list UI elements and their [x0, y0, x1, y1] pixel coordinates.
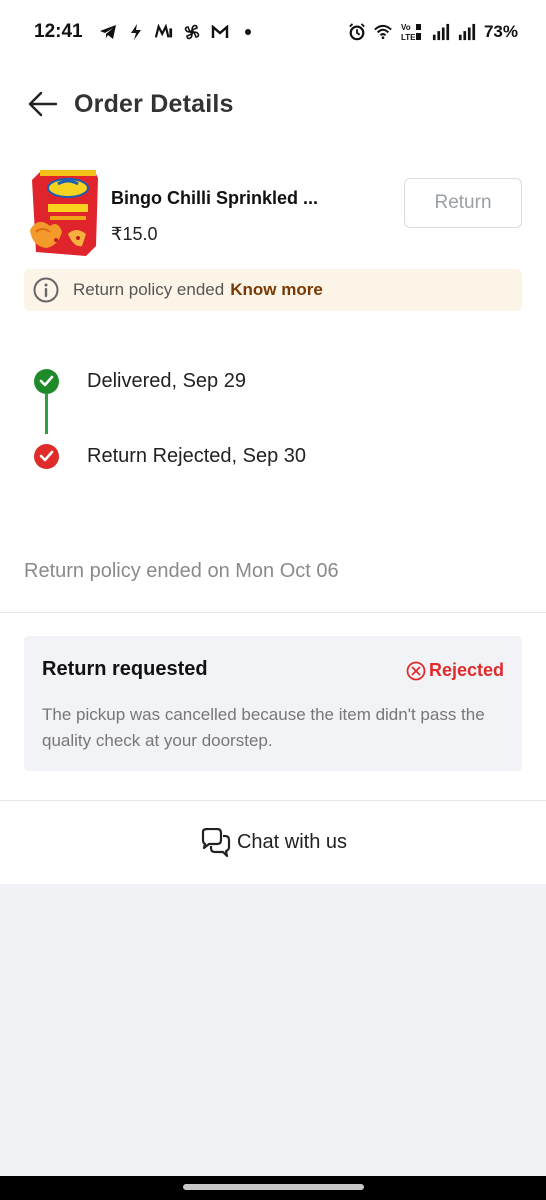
status-left: 12:41 — [34, 21, 257, 43]
check-circle-icon — [34, 443, 59, 469]
order-details-content: Bingo Chilli Sprinkled ... ₹15.0 Return … — [0, 144, 546, 612]
empty-background — [0, 884, 546, 1176]
wifi-icon — [374, 23, 392, 41]
system-nav-bar — [0, 1176, 546, 1200]
know-more-link[interactable]: Know more — [230, 280, 323, 300]
timeline-step-label: Delivered, Sep 29 — [87, 369, 246, 392]
return-button[interactable]: Return — [404, 178, 522, 228]
page-title: Order Details — [74, 89, 234, 118]
battery-percent: 73% — [483, 22, 518, 41]
svg-text:LTE: LTE — [401, 33, 416, 42]
policy-banner-text: Return policy ended — [73, 280, 225, 299]
return-request-title: Return requested — [42, 658, 208, 680]
dot-icon — [239, 23, 257, 41]
pinwheel-icon — [183, 23, 201, 41]
signal-icon — [458, 23, 476, 41]
info-icon — [33, 277, 59, 303]
app-icon — [154, 23, 173, 41]
status-label: Rejected — [428, 660, 504, 680]
status-time: 12:41 — [34, 21, 83, 42]
return-request-section: Return requested Rejected The pickup was… — [0, 613, 546, 800]
product-price: ₹15.0 — [111, 224, 158, 244]
return-request-description: The pickup was cancelled because the ite… — [42, 705, 485, 750]
volte-icon: Vo LTE — [400, 23, 424, 42]
return-request-card: Return requested Rejected The pickup was… — [24, 636, 522, 771]
chat-icon — [201, 827, 231, 857]
order-timeline: Delivered, Sep 29 Return Rejected, Sep 3… — [34, 366, 514, 476]
back-button[interactable] — [26, 88, 58, 120]
svg-text:Vo: Vo — [401, 23, 411, 32]
policy-banner: Return policy ended Know more — [24, 269, 522, 311]
alarm-icon — [348, 23, 366, 41]
timeline-step-label: Return Rejected, Sep 30 — [87, 444, 307, 467]
product-image — [30, 170, 98, 256]
check-circle-icon — [34, 368, 59, 394]
timeline-connector — [45, 394, 48, 434]
timeline-step-rejected: Return Rejected, Sep 30 — [34, 443, 306, 469]
status-right: Vo LTE 73% — [348, 22, 518, 42]
status-badge: Rejected — [406, 660, 504, 681]
chat-label: Chat with us — [236, 831, 348, 853]
telegram-icon — [99, 23, 117, 41]
gmail-icon — [211, 23, 229, 41]
chat-with-us-button[interactable]: Chat with us — [0, 800, 546, 884]
signal-icon — [432, 23, 450, 41]
home-gesture-handle[interactable] — [183, 1184, 364, 1190]
flash-icon — [127, 23, 145, 41]
product-name: Bingo Chilli Sprinkled ... — [111, 188, 319, 208]
status-bar: 12:41 Vo LTE 73% — [0, 0, 546, 64]
close-circle-icon — [406, 661, 426, 680]
timeline-step-delivered: Delivered, Sep 29 — [34, 368, 246, 394]
header: Order Details — [0, 64, 546, 144]
product-row: Bingo Chilli Sprinkled ... ₹15.0 Return — [24, 166, 522, 260]
policy-end-date: Return policy ended on Mon Oct 06 — [24, 560, 339, 582]
arrow-left-icon — [28, 91, 57, 117]
